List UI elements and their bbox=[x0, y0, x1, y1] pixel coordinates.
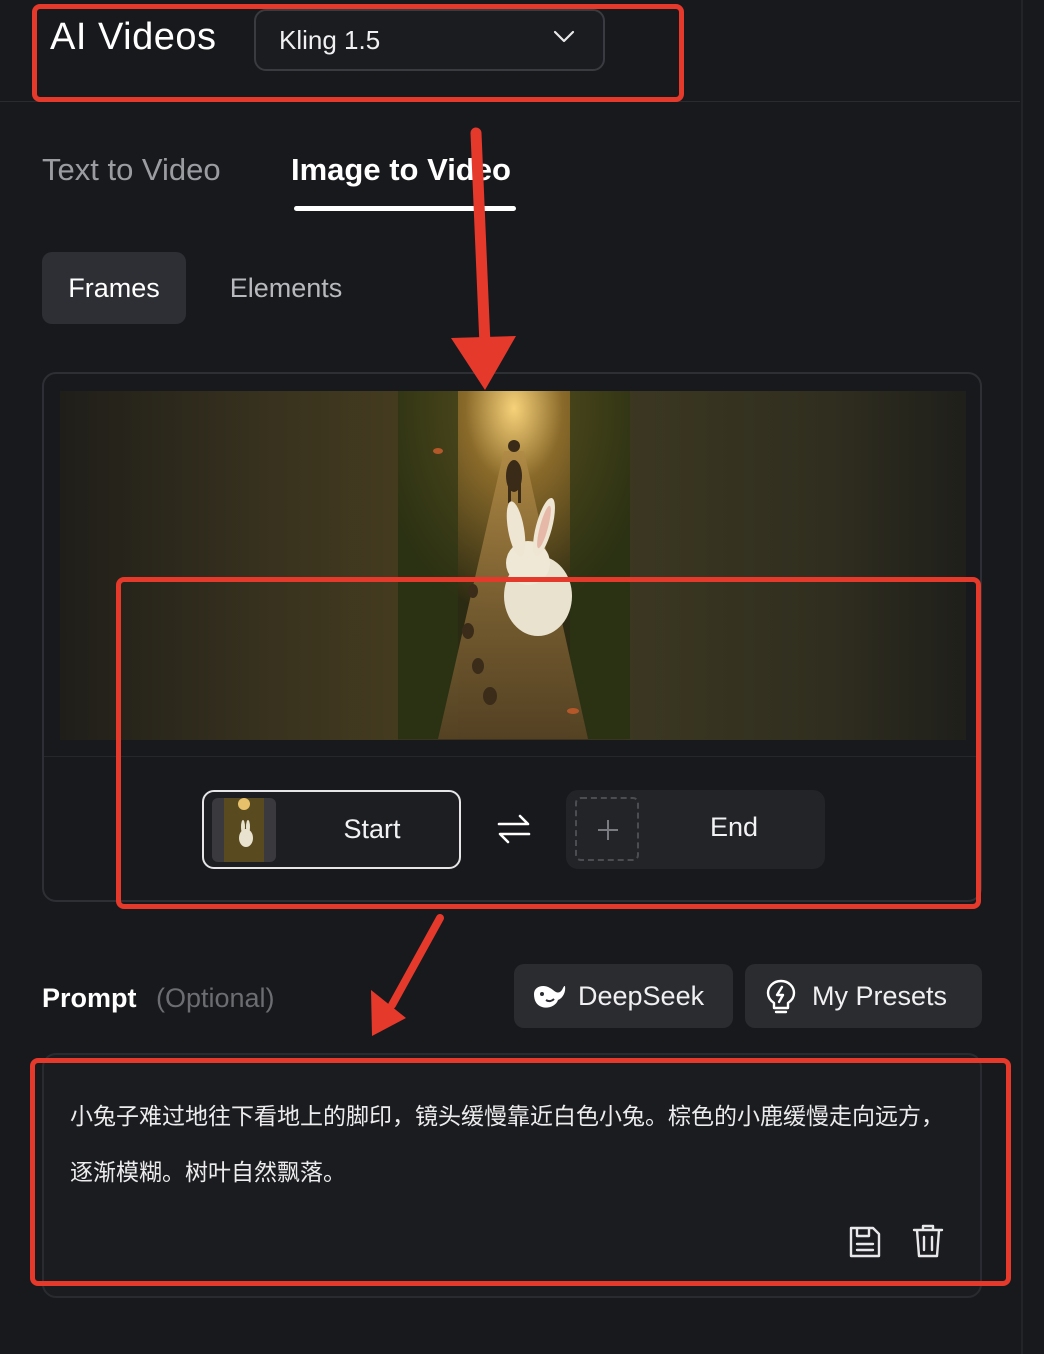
deepseek-button[interactable]: DeepSeek bbox=[514, 964, 733, 1028]
lightbulb-icon bbox=[766, 979, 796, 1014]
tab-text-to-video[interactable]: Text to Video bbox=[42, 152, 221, 188]
header-divider bbox=[0, 101, 1020, 102]
app-title: AI Videos bbox=[50, 16, 217, 58]
prompt-optional-label: (Optional) bbox=[156, 983, 275, 1013]
panel-divider bbox=[44, 756, 980, 757]
swap-arrows-icon[interactable] bbox=[496, 812, 532, 846]
segment-frames[interactable]: Frames bbox=[42, 252, 186, 324]
segment-elements[interactable]: Elements bbox=[208, 252, 364, 324]
preview-blur-left bbox=[60, 391, 398, 740]
right-rail bbox=[1021, 0, 1023, 1354]
start-frame-label: Start bbox=[343, 814, 401, 844]
my-presets-button[interactable]: My Presets bbox=[745, 964, 982, 1028]
tab-image-to-video[interactable]: Image to Video bbox=[291, 152, 511, 188]
save-icon[interactable] bbox=[848, 1225, 882, 1259]
model-select-value: Kling 1.5 bbox=[279, 24, 381, 55]
start-frame-button[interactable]: Start bbox=[202, 790, 461, 869]
prompt-textarea[interactable]: 小兔子难过地往下看地上的脚印，镜头缓慢靠近白色小兔。棕色的小鹿缓慢走向远方，逐渐… bbox=[42, 1053, 982, 1298]
chevron-down-icon bbox=[553, 30, 575, 43]
frame-preview-image bbox=[398, 391, 630, 739]
my-presets-label: My Presets bbox=[812, 981, 948, 1011]
whale-icon bbox=[534, 986, 566, 1008]
prompt-text[interactable]: 小兔子难过地往下看地上的脚印，镜头缓慢靠近白色小兔。棕色的小鹿缓慢走向远方，逐渐… bbox=[70, 1089, 962, 1201]
prompt-label: Prompt bbox=[42, 983, 137, 1013]
frames-panel: Start End bbox=[42, 372, 982, 902]
model-select[interactable]: Kling 1.5 bbox=[254, 9, 605, 71]
deepseek-label: DeepSeek bbox=[578, 981, 705, 1011]
preview-blur-right bbox=[626, 391, 966, 740]
end-frame-button[interactable]: End bbox=[566, 790, 825, 869]
end-frame-label: End bbox=[709, 812, 759, 842]
active-tab-indicator bbox=[294, 206, 516, 211]
start-frame-thumbnail bbox=[212, 798, 276, 862]
annotation-arrow-diagonal bbox=[371, 914, 444, 1036]
plus-icon[interactable] bbox=[575, 797, 639, 861]
trash-icon[interactable] bbox=[912, 1223, 944, 1259]
